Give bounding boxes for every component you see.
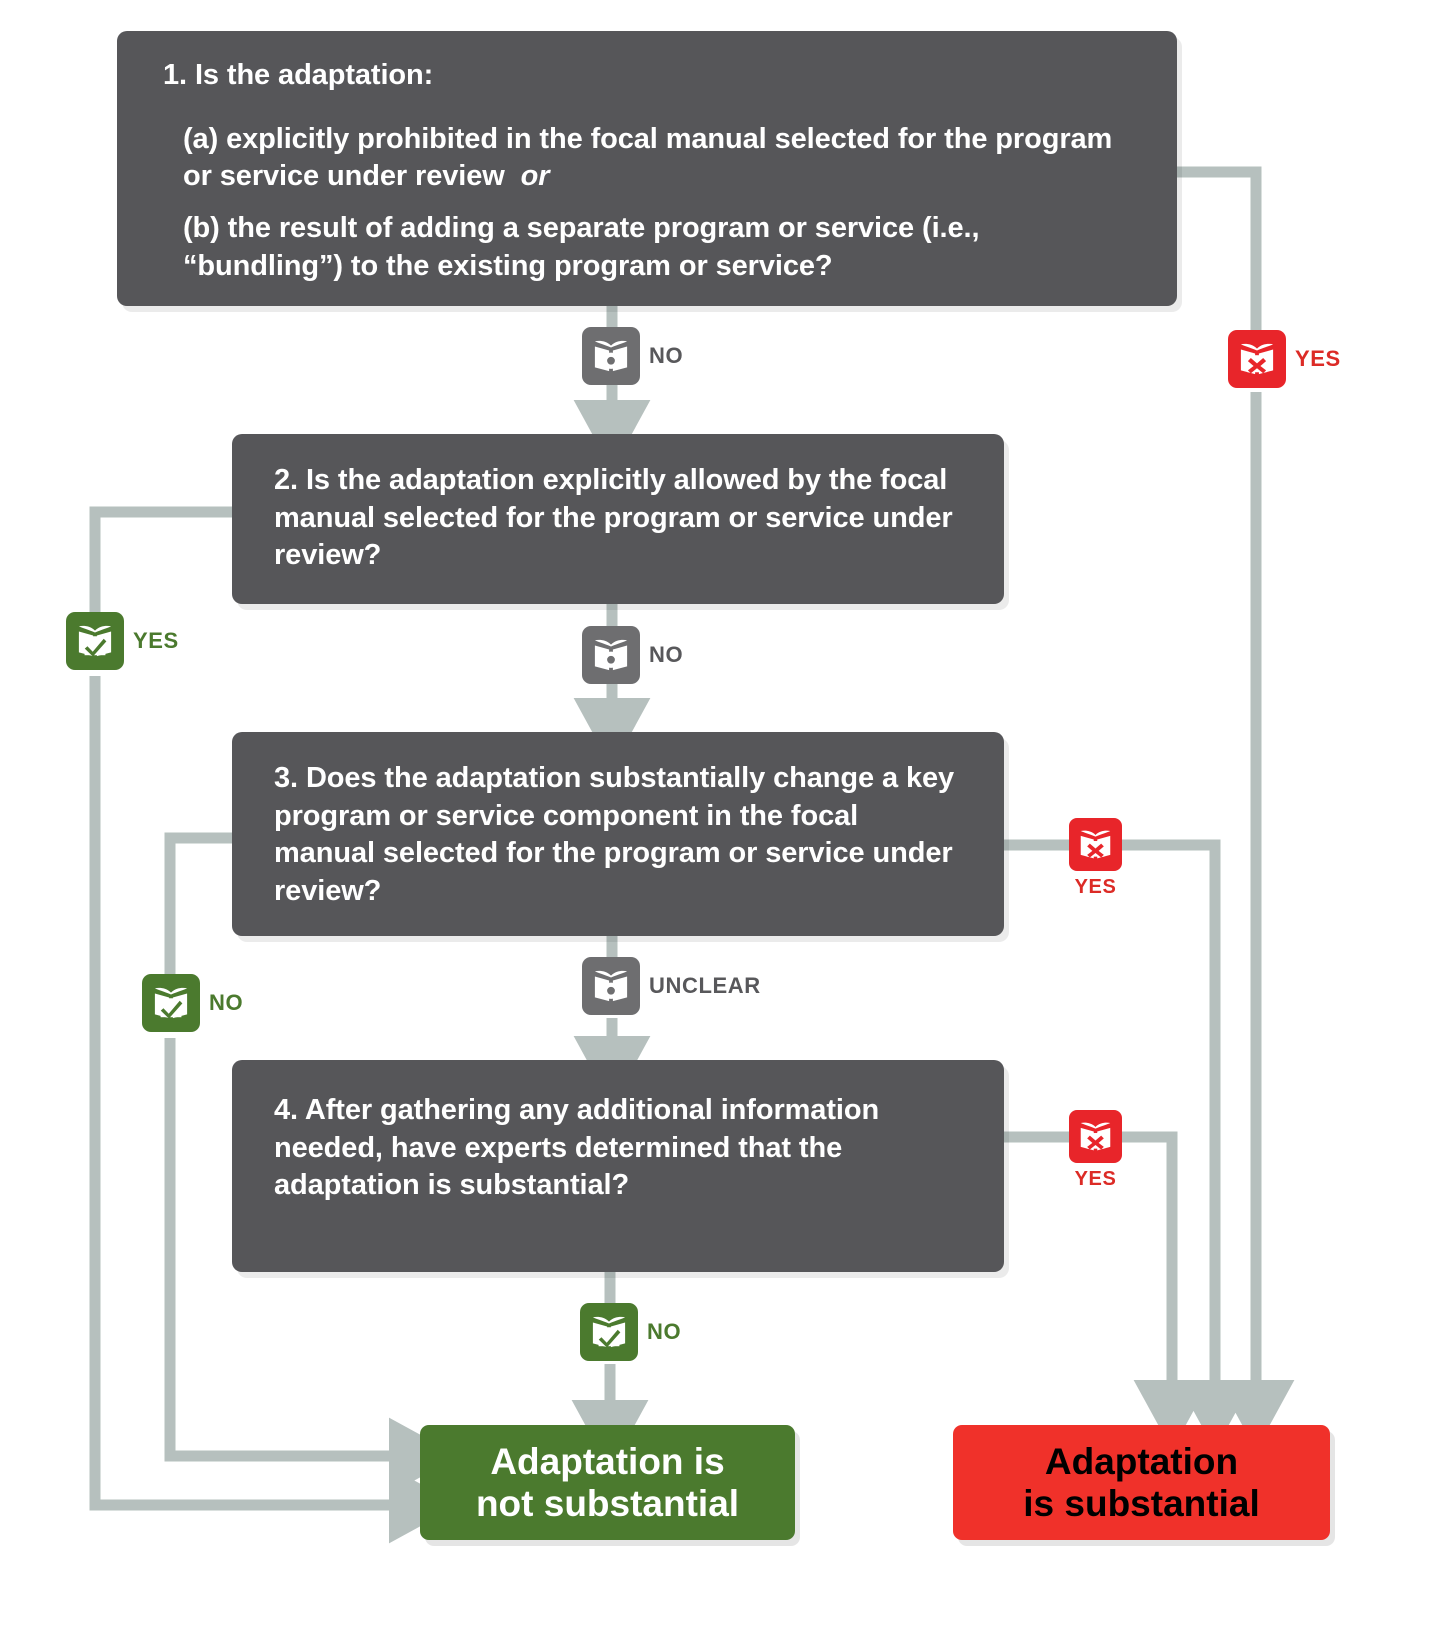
badge-q3-unclear: UNCLEAR [582, 957, 761, 1015]
badge-q3-unclear-label: UNCLEAR [649, 973, 761, 998]
badge-q2-no-label: NO [649, 642, 684, 667]
badge-q1-yes-label: YES [1295, 346, 1341, 371]
badge-q4-yes: YES [1069, 1110, 1122, 1191]
question-box-3: 3. Does the adaptation substantially cha… [232, 732, 1004, 936]
badge-q1-no-label: NO [649, 343, 684, 368]
outcome-substantial-line2: is substantial [1023, 1482, 1260, 1524]
badge-q1-yes: YES [1228, 330, 1341, 388]
badge-q3-yes-label: YES [1074, 876, 1117, 898]
question-1-option-b: (b) the result of adding a separate prog… [183, 212, 980, 282]
book-check-icon [580, 1303, 638, 1361]
book-check-icon [66, 612, 124, 670]
flowchart-canvas: 1. Is the adaptation: (a) explicitly pro… [0, 0, 1430, 1632]
outcome-not-substantial: Adaptation is not substantial [420, 1425, 795, 1540]
question-box-1: 1. Is the adaptation: (a) explicitly pro… [117, 31, 1177, 306]
badge-q2-yes: YES [66, 612, 179, 670]
book-x-icon [1069, 1110, 1122, 1163]
book-circle-icon [582, 957, 640, 1015]
question-4-text: 4. After gathering any additional inform… [274, 1094, 880, 1202]
book-circle-icon [582, 626, 640, 684]
badge-q3-no-label: NO [209, 990, 244, 1015]
wire-q2-yes-top [89, 506, 232, 616]
question-box-4: 4. After gathering any additional inform… [232, 1060, 1004, 1272]
book-x-icon [1069, 818, 1122, 871]
question-1-heading: 1. Is the adaptation: [163, 59, 434, 91]
question-1-option-a: (a) explicitly prohibited in the focal m… [183, 122, 1113, 193]
question-1-or-word: or [520, 160, 550, 193]
question-3-text: 3. Does the adaptation substantially cha… [274, 762, 955, 908]
badge-q4-no-label: NO [647, 1319, 682, 1344]
outcome-substantial-text: Adaptation is substantial [1023, 1441, 1259, 1524]
badge-q2-yes-label: YES [133, 628, 179, 653]
badge-q4-no: NO [580, 1303, 681, 1361]
wire-q1-yes-top [1177, 166, 1262, 330]
badge-q3-yes: YES [1069, 818, 1122, 899]
question-box-2: 2. Is the adaptation explicitly allowed … [232, 434, 1004, 604]
outcome-not-substantial-line2: not substantial [475, 1482, 740, 1524]
outcome-substantial: Adaptation is substantial [953, 1425, 1330, 1540]
book-circle-icon [582, 327, 640, 385]
outcome-substantial-line1: Adaptation [1044, 1441, 1239, 1483]
badge-q1-no: NO [582, 327, 683, 385]
question-1-option-a-wrap: (a) explicitly prohibited in the focal m… [163, 121, 1143, 196]
badge-q2-no: NO [582, 626, 683, 684]
wire-q3-no-top [164, 832, 232, 978]
outcome-not-substantial-line1: Adaptation is [490, 1441, 725, 1483]
badge-q3-no: NO [142, 974, 243, 1032]
outcome-not-substantial-text: Adaptation is not substantial [476, 1441, 739, 1524]
question-2-text: 2. Is the adaptation explicitly allowed … [274, 464, 953, 572]
book-x-icon [1228, 330, 1286, 388]
badge-q4-yes-label: YES [1074, 1168, 1117, 1190]
book-check-icon [142, 974, 200, 1032]
